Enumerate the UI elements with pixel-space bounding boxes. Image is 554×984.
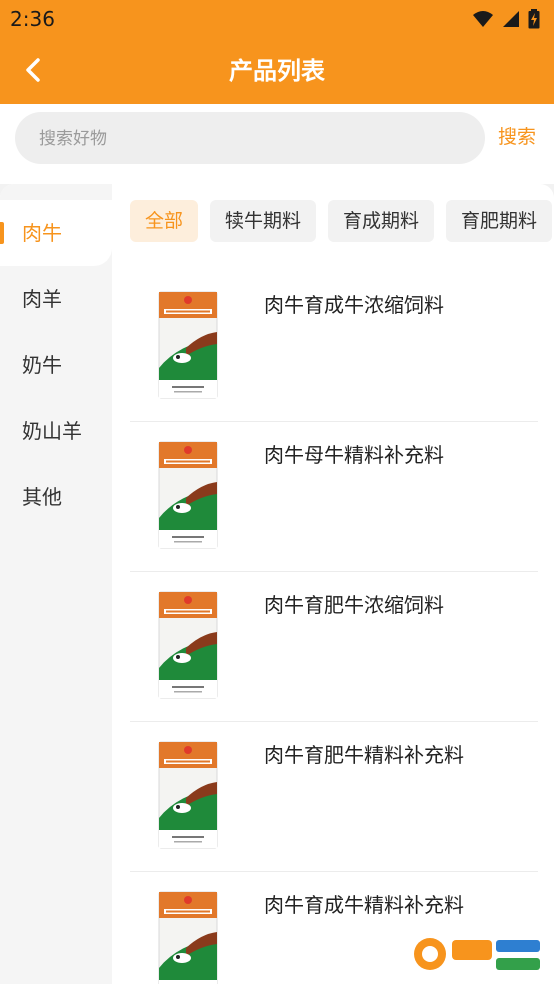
product-item[interactable]: 肉牛育肥牛精料补充料 — [130, 722, 538, 872]
signal-icon — [503, 11, 519, 27]
feed-bag-icon — [158, 891, 218, 984]
feed-bag-icon — [158, 441, 218, 549]
feed-bag-icon — [158, 291, 218, 399]
watermark-logo — [408, 928, 548, 980]
sidebar-item-label: 奶山羊 — [22, 419, 82, 443]
sidebar-item-other[interactable]: 其他 — [0, 464, 112, 530]
back-button[interactable] — [14, 50, 54, 90]
sidebar-item-label: 肉羊 — [22, 287, 62, 311]
sidebar-item-label: 肉牛 — [22, 221, 62, 245]
app-bar: 产品列表 — [0, 38, 554, 104]
sidebar-item-meat-sheep[interactable]: 肉羊 — [0, 266, 112, 332]
sidebar-item-beef-cattle[interactable]: 肉牛 — [0, 200, 112, 266]
search-button[interactable]: 搜索 — [498, 122, 536, 152]
product-name: 肉牛育肥牛精料补充料 — [264, 743, 464, 767]
content-area: 肉牛 肉羊 奶牛 奶山羊 其他 全部 犊牛期料 育成期料 育肥期料 肉牛育成牛浓… — [0, 184, 554, 984]
category-panel: 肉牛 肉羊 奶牛 奶山羊 其他 全部 犊牛期料 育成期料 育肥期料 肉牛育成牛浓… — [0, 184, 554, 984]
product-item[interactable]: 肉牛母牛精料补充料 — [130, 422, 538, 572]
product-name: 肉牛育成牛浓缩饲料 — [264, 293, 444, 317]
status-time: 2:36 — [10, 7, 55, 31]
page-title: 产品列表 — [229, 57, 325, 85]
search-box[interactable] — [15, 112, 485, 166]
chevron-left-icon — [26, 58, 40, 82]
product-name: 肉牛母牛精料补充料 — [264, 443, 444, 467]
chip-all[interactable]: 全部 — [130, 200, 199, 242]
category-sidebar: 肉牛 肉羊 奶牛 奶山羊 其他 — [0, 184, 112, 984]
battery-charging-icon — [528, 9, 540, 29]
sidebar-item-label: 奶牛 — [22, 353, 62, 377]
chip-finisher-feed[interactable]: 育肥期料 — [446, 200, 553, 242]
chip-calf-feed[interactable]: 犊牛期料 — [210, 200, 317, 242]
feed-bag-icon — [158, 591, 218, 699]
filter-chips: 全部 犊牛期料 育成期料 育肥期料 — [130, 200, 554, 244]
status-bar: 2:36 — [0, 0, 554, 38]
wifi-icon — [473, 11, 493, 27]
sidebar-item-dairy-goat[interactable]: 奶山羊 — [0, 398, 112, 464]
product-item[interactable]: 肉牛育肥牛浓缩饲料 — [130, 572, 538, 722]
search-input[interactable] — [37, 112, 471, 166]
sidebar-item-dairy-cow[interactable]: 奶牛 — [0, 332, 112, 398]
chip-grower-feed[interactable]: 育成期料 — [328, 200, 435, 242]
status-icons — [472, 8, 540, 30]
product-name: 肉牛育肥牛浓缩饲料 — [264, 593, 444, 617]
product-name: 肉牛育成牛精料补充料 — [264, 893, 464, 917]
sidebar-item-label: 其他 — [22, 485, 62, 509]
product-item[interactable]: 肉牛育成牛浓缩饲料 — [130, 272, 538, 422]
product-list: 肉牛育成牛浓缩饲料 肉牛母牛精料补充料 肉牛育肥牛浓缩饲料 肉牛育肥牛精料补充料… — [130, 272, 538, 984]
search-bar: 搜索 — [0, 104, 554, 184]
feed-bag-icon — [158, 741, 218, 849]
